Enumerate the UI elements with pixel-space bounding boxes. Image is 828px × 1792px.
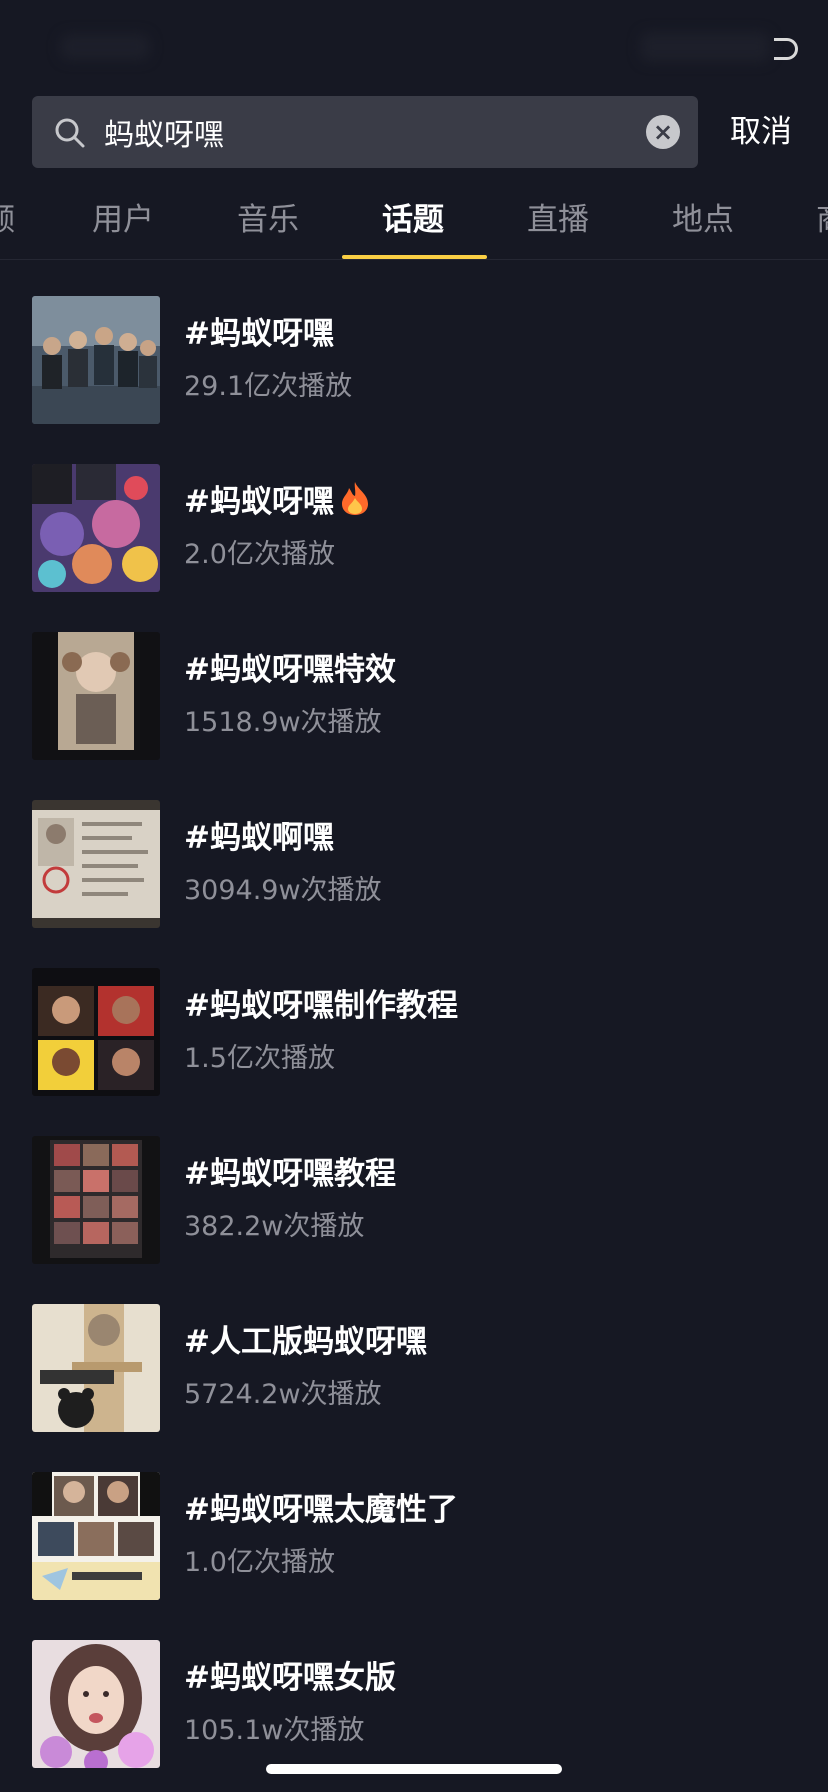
topic-title: #蚂蚁呀嘿	[184, 316, 334, 352]
tab-music[interactable]: 音乐	[237, 185, 299, 255]
topic-list-item[interactable]: #蚂蚁呀嘿特效 1518.9w次播放	[0, 628, 828, 764]
topic-list-item[interactable]: #蚂蚁呀嘿 29.1亿次播放	[0, 292, 828, 428]
topic-list-item[interactable]: #蚂蚁呀嘿太魔性了 1.0亿次播放	[0, 1468, 828, 1604]
topic-list-item[interactable]: #蚂蚁啊嘿 3094.9w次播放	[0, 796, 828, 932]
search-input[interactable]	[104, 96, 604, 168]
topic-title: #人工版蚂蚁呀嘿	[184, 1324, 427, 1360]
topic-thumbnail	[32, 1136, 160, 1264]
tab-products[interactable]: 商	[816, 185, 828, 255]
topic-list-item[interactable]: #蚂蚁呀嘿 2.0亿次播放	[0, 460, 828, 596]
topic-thumbnail	[32, 800, 160, 928]
topic-thumbnail	[32, 1472, 160, 1600]
topic-title-text: #蚂蚁呀嘿	[184, 484, 334, 520]
topic-list-item[interactable]: #蚂蚁呀嘿教程 382.2w次播放	[0, 1132, 828, 1268]
cancel-button[interactable]: 取消	[730, 96, 792, 168]
search-box[interactable]: ×	[32, 96, 698, 168]
topic-title: #蚂蚁呀嘿	[184, 476, 372, 521]
topic-list-item[interactable]: #蚂蚁呀嘿女版 105.1w次播放	[0, 1636, 828, 1772]
topic-title: #蚂蚁啊嘿	[184, 820, 334, 856]
topic-thumbnail	[32, 464, 160, 592]
topic-play-count: 1.0亿次播放	[184, 1547, 335, 1578]
tab-users[interactable]: 用户	[92, 185, 154, 255]
tab-places[interactable]: 地点	[672, 185, 734, 255]
topic-thumbnail	[32, 968, 160, 1096]
topic-play-count: 29.1亿次播放	[184, 371, 353, 402]
topic-list-item[interactable]: #蚂蚁呀嘿制作教程 1.5亿次播放	[0, 964, 828, 1100]
topic-list-item[interactable]: #人工版蚂蚁呀嘿 5724.2w次播放	[0, 1300, 828, 1436]
search-icon	[55, 118, 85, 148]
fire-icon	[341, 482, 368, 515]
topic-title: #蚂蚁呀嘿太魔性了	[184, 1492, 458, 1528]
topic-title: #蚂蚁呀嘿制作教程	[184, 988, 458, 1024]
topic-play-count: 3094.9w次播放	[184, 875, 382, 906]
home-indicator[interactable]	[266, 1764, 562, 1774]
topic-play-count: 105.1w次播放	[184, 1715, 365, 1746]
topic-thumbnail	[32, 632, 160, 760]
topic-thumbnail	[32, 296, 160, 424]
status-bar	[0, 0, 828, 88]
search-row: × 取消	[0, 93, 828, 171]
topic-title: #蚂蚁呀嘿特效	[184, 652, 396, 688]
tab-video[interactable]: 频	[0, 185, 15, 255]
topic-play-count: 5724.2w次播放	[184, 1379, 382, 1410]
topic-play-count: 2.0亿次播放	[184, 539, 335, 570]
active-tab-indicator	[342, 255, 487, 259]
battery-icon	[774, 38, 798, 60]
topic-title: #蚂蚁呀嘿女版	[184, 1660, 396, 1696]
topic-play-count: 1518.9w次播放	[184, 707, 382, 738]
tab-live[interactable]: 直播	[527, 185, 589, 255]
search-tabs: 频 用户 音乐 话题 直播 地点 商	[0, 185, 828, 260]
clear-search-icon[interactable]: ×	[646, 115, 680, 149]
topic-play-count: 1.5亿次播放	[184, 1043, 335, 1074]
topic-play-count: 382.2w次播放	[184, 1211, 365, 1242]
topic-thumbnail	[32, 1640, 160, 1768]
status-time-blur	[60, 34, 150, 60]
topic-title: #蚂蚁呀嘿教程	[184, 1156, 396, 1192]
status-indicators-blur	[640, 32, 770, 62]
tab-topics[interactable]: 话题	[382, 185, 444, 255]
topic-thumbnail	[32, 1304, 160, 1432]
